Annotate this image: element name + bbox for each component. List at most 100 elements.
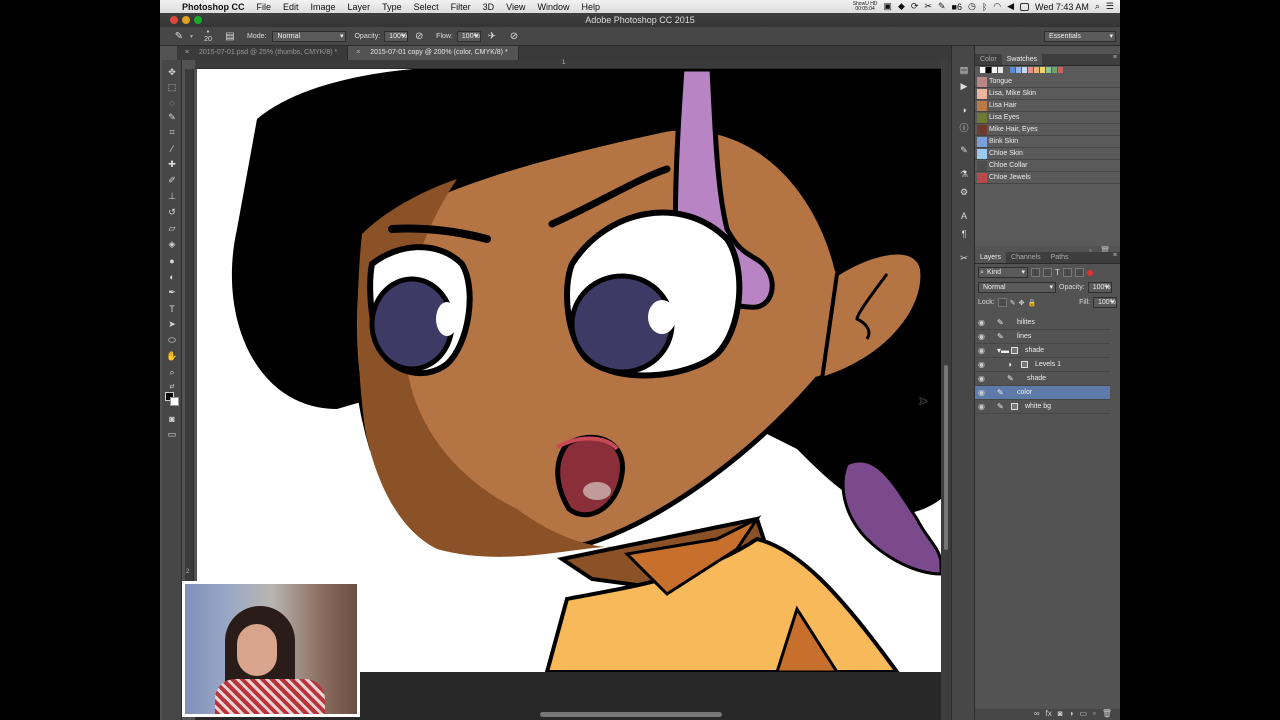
- crop-tool-icon[interactable]: ⌗: [165, 126, 179, 139]
- vertical-scroll-thumb[interactable]: [944, 365, 948, 550]
- panel-menu-icon[interactable]: ≡: [1113, 252, 1120, 263]
- new-adjustment-icon[interactable]: ◑: [1069, 709, 1074, 720]
- tab-color[interactable]: × 2015-07-01 copy @ 200% (color, CMYK/8) …: [348, 46, 519, 60]
- layer-row[interactable]: ◉ ▾▬ shade: [975, 344, 1110, 358]
- brush-tool-icon[interactable]: ✐: [165, 174, 179, 187]
- marquee-tool-icon[interactable]: ⬚: [165, 81, 179, 94]
- camera-icon[interactable]: ▣: [883, 1, 892, 12]
- menu-layer[interactable]: Layer: [342, 2, 377, 12]
- tab-channels[interactable]: Channels: [1006, 252, 1046, 263]
- notification-center-icon[interactable]: ☰: [1106, 1, 1114, 12]
- paint-bucket-tool-icon[interactable]: ◈: [165, 238, 179, 251]
- mode-select[interactable]: Normal: [272, 30, 347, 42]
- filter-pixel-icon[interactable]: [1031, 268, 1040, 277]
- history-panel-icon[interactable]: ▤: [958, 64, 970, 76]
- dropbox-icon[interactable]: ◆: [898, 1, 905, 12]
- lasso-tool-icon[interactable]: ◌: [165, 96, 179, 109]
- menu-help[interactable]: Help: [575, 2, 606, 12]
- brush-tool-preset-icon[interactable]: ✎: [172, 29, 186, 43]
- time-machine-icon[interactable]: ◷: [968, 1, 976, 12]
- recent-swatch-chip[interactable]: [1046, 67, 1051, 73]
- wifi-icon[interactable]: ◠: [993, 1, 1001, 12]
- lock-transparent-icon[interactable]: [997, 298, 1007, 307]
- swatch-item[interactable]: Lisa Eyes: [975, 112, 1120, 124]
- recent-swatch-chip[interactable]: [1034, 67, 1039, 73]
- recording-status[interactable]: ShowU HD 00:05:04: [853, 1, 878, 12]
- filter-shape-icon[interactable]: [1062, 268, 1072, 277]
- lock-all-icon[interactable]: 🔒: [1027, 299, 1036, 307]
- menu-clock[interactable]: Wed 7:43 AM: [1035, 2, 1089, 12]
- swatch-item[interactable]: Chloe Skin: [975, 148, 1120, 160]
- ruler-horizontal[interactable]: 1: [195, 60, 941, 69]
- opacity-pressure-icon[interactable]: ⊘: [412, 29, 426, 43]
- airbrush-icon[interactable]: ✈: [485, 29, 499, 43]
- pen-tool-icon[interactable]: ✒: [165, 286, 179, 299]
- hand-tool-icon[interactable]: ✋: [165, 350, 179, 363]
- lock-pixels-icon[interactable]: ✎: [1010, 299, 1016, 307]
- tab-paths[interactable]: Paths: [1046, 252, 1074, 263]
- battery-icon[interactable]: [1020, 2, 1029, 11]
- visibility-eye-icon[interactable]: ◉: [978, 400, 985, 414]
- visibility-eye-icon[interactable]: ◉: [978, 316, 985, 330]
- horizontal-scroll-thumb[interactable]: [540, 712, 722, 717]
- recent-swatch-chip[interactable]: [992, 67, 997, 73]
- menu-select[interactable]: Select: [408, 2, 445, 12]
- tab-swatches-panel[interactable]: Swatches: [1001, 54, 1043, 65]
- tool-presets-panel-icon[interactable]: ✂: [958, 252, 970, 264]
- zoom-window-button[interactable]: [194, 16, 202, 24]
- visibility-eye-icon[interactable]: ◉: [978, 358, 985, 372]
- recent-swatch-chip[interactable]: [1016, 67, 1021, 73]
- info-panel-icon[interactable]: ⓘ: [958, 121, 970, 133]
- spotlight-icon[interactable]: ⌕: [1095, 1, 1100, 12]
- recent-swatch-chip[interactable]: [998, 67, 1003, 73]
- layer-opacity-field[interactable]: 100%: [1087, 282, 1112, 293]
- filter-toggle-icon[interactable]: [1086, 269, 1093, 276]
- menu-app-name[interactable]: Photoshop CC: [176, 2, 251, 12]
- visibility-eye-icon[interactable]: ◉: [978, 344, 985, 358]
- group-folder-icon[interactable]: ▾▬: [997, 344, 1009, 358]
- swatch-item[interactable]: Lisa Hair: [975, 100, 1120, 112]
- recent-swatch-chip[interactable]: [1052, 67, 1057, 73]
- filter-smart-icon[interactable]: [1074, 268, 1084, 277]
- filter-type-icon[interactable]: T: [1055, 268, 1060, 277]
- blur-tool-icon[interactable]: ●: [165, 254, 179, 267]
- layer-mask-thumbnail[interactable]: [1011, 347, 1018, 354]
- minimize-window-button[interactable]: [182, 16, 190, 24]
- eyedropper-tool-icon[interactable]: ⁄: [165, 142, 179, 155]
- close-tab-icon[interactable]: ×: [356, 46, 360, 60]
- delete-layer-icon[interactable]: 🗑: [1102, 709, 1112, 720]
- layer-row[interactable]: ◉ ✎ hilites: [975, 316, 1110, 330]
- quick-mask-icon[interactable]: ◙: [165, 412, 179, 425]
- opacity-field[interactable]: 100%: [384, 30, 409, 42]
- menu-filter[interactable]: Filter: [445, 2, 477, 12]
- link-layers-icon[interactable]: ∞: [1034, 709, 1040, 720]
- recent-swatch-chip[interactable]: [1010, 67, 1015, 73]
- close-tab-icon[interactable]: ×: [185, 46, 189, 60]
- preset-dropdown-arrow[interactable]: ▾: [190, 33, 193, 40]
- recent-swatch-chip[interactable]: [986, 67, 991, 73]
- add-mask-icon[interactable]: ◙: [1058, 709, 1063, 720]
- size-pressure-icon[interactable]: ⊘: [507, 29, 521, 43]
- menu-3d[interactable]: 3D: [477, 2, 501, 12]
- eraser-tool-icon[interactable]: ▱: [165, 222, 179, 235]
- swatch-item[interactable]: Bink Skin: [975, 136, 1120, 148]
- clone-stamp-tool-icon[interactable]: ⊥: [165, 190, 179, 203]
- menu-window[interactable]: Window: [531, 2, 575, 12]
- layer-style-icon[interactable]: fx: [1046, 709, 1052, 720]
- swatch-item[interactable]: Mike Hair, Eyes: [975, 124, 1120, 136]
- dodge-tool-icon[interactable]: ◐: [165, 270, 179, 283]
- lock-position-icon[interactable]: ✥: [1019, 299, 1025, 307]
- character-panel-icon[interactable]: A: [958, 210, 970, 222]
- recent-swatch-chip[interactable]: [1022, 67, 1027, 73]
- recent-swatch-chip[interactable]: [1058, 67, 1063, 73]
- brush-panel-toggle-icon[interactable]: ▤: [223, 29, 237, 43]
- bluetooth-icon[interactable]: ᛒ: [982, 2, 987, 12]
- screen-mode-icon[interactable]: ▭: [165, 428, 179, 441]
- visibility-eye-icon[interactable]: ◉: [978, 372, 985, 386]
- move-tool-icon[interactable]: ✥: [165, 66, 179, 79]
- new-layer-icon[interactable]: ▫: [1093, 709, 1096, 720]
- layer-row[interactable]: ◉ ✎ color: [975, 386, 1110, 400]
- flow-field[interactable]: 100%: [456, 30, 481, 42]
- layer-row[interactable]: ◉ ✎ shade: [975, 372, 1110, 386]
- adjustments-panel-icon[interactable]: ◑: [958, 104, 970, 116]
